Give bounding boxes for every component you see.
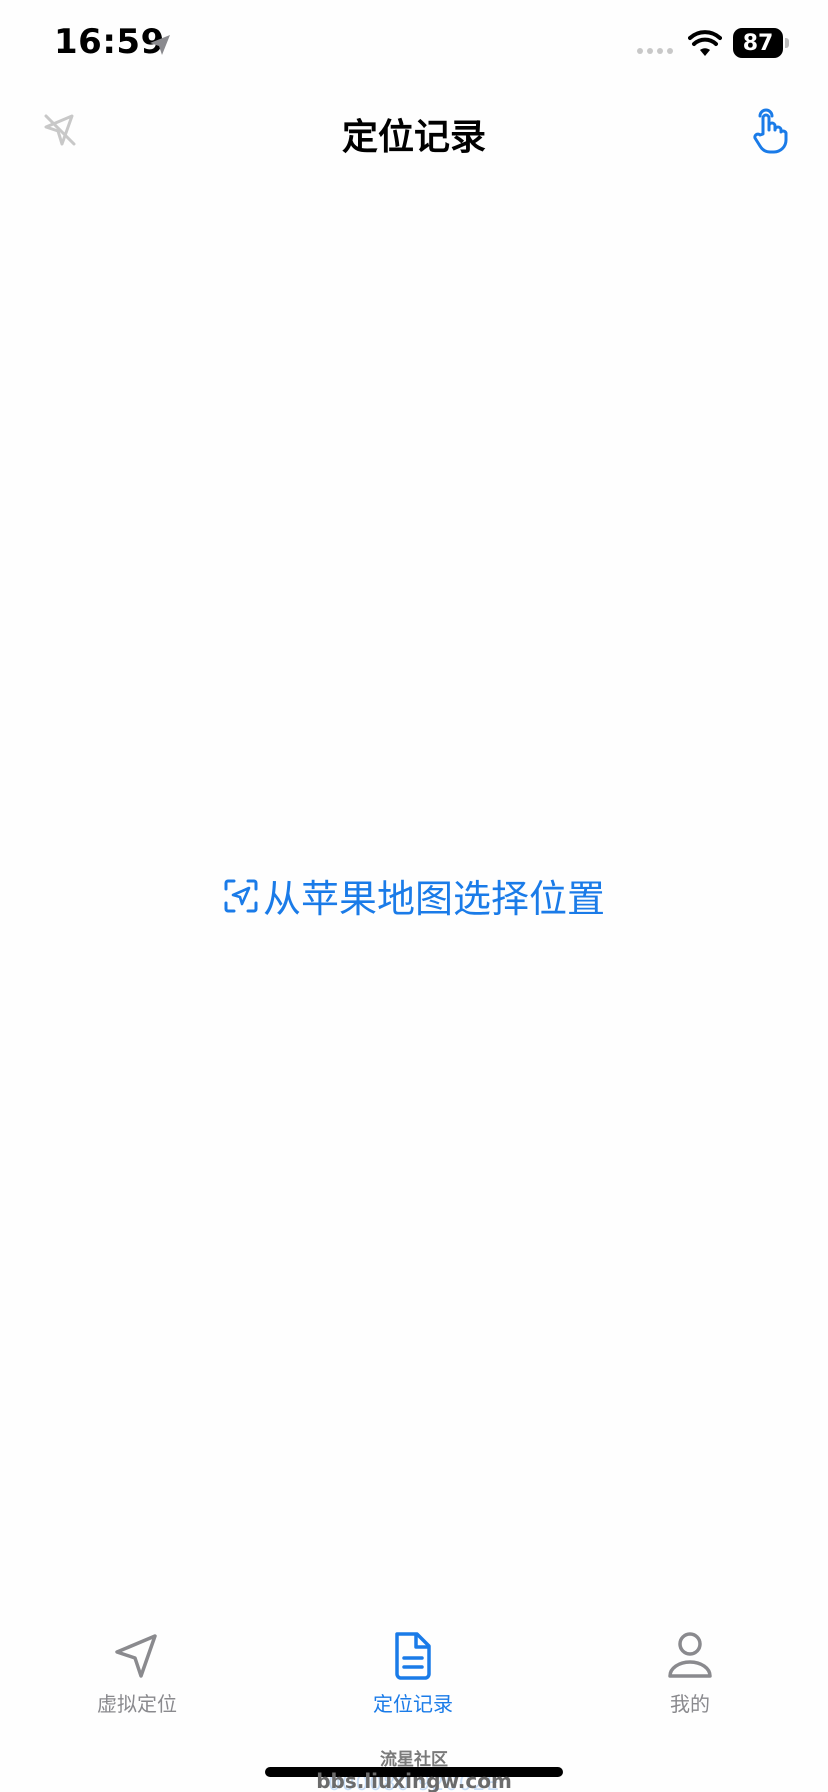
wifi-icon bbox=[688, 30, 722, 56]
pick-location-label: 从苹果地图选择位置 bbox=[262, 877, 605, 921]
document-icon bbox=[395, 1632, 431, 1680]
tab-label: 定位记录 bbox=[373, 1692, 453, 1716]
hand-tap-icon[interactable] bbox=[748, 108, 790, 154]
pick-location-button[interactable]: 从苹果地图选择位置 bbox=[0, 868, 828, 923]
tab-location-records[interactable]: 定位记录 bbox=[323, 1630, 503, 1717]
screen: 16:59 87 定位记录 从苹果地图选择位置 虚拟定位 定位记录 我的 流星社… bbox=[0, 0, 828, 1792]
scan-location-icon bbox=[224, 879, 258, 912]
page-title: 定位记录 bbox=[341, 117, 486, 158]
location-arrow-icon bbox=[150, 35, 170, 55]
tab-virtual-location[interactable]: 虚拟定位 bbox=[47, 1630, 227, 1717]
status-bar: 16:59 87 bbox=[0, 0, 828, 100]
battery-level: 87 bbox=[742, 30, 774, 56]
battery-cap bbox=[785, 38, 789, 48]
tab-label: 虚拟定位 bbox=[97, 1692, 177, 1716]
tab-me[interactable]: 我的 bbox=[600, 1630, 780, 1717]
person-icon bbox=[668, 1632, 712, 1678]
cellular-signal-icon bbox=[637, 48, 673, 54]
tab-bar: 虚拟定位 定位记录 我的 bbox=[0, 1630, 828, 1730]
watermark-site: bbs.liuxingw.com bbox=[316, 1769, 512, 1792]
tab-label: 我的 bbox=[670, 1692, 710, 1716]
battery-icon: 87 bbox=[733, 28, 783, 58]
navigation-icon bbox=[115, 1634, 157, 1678]
